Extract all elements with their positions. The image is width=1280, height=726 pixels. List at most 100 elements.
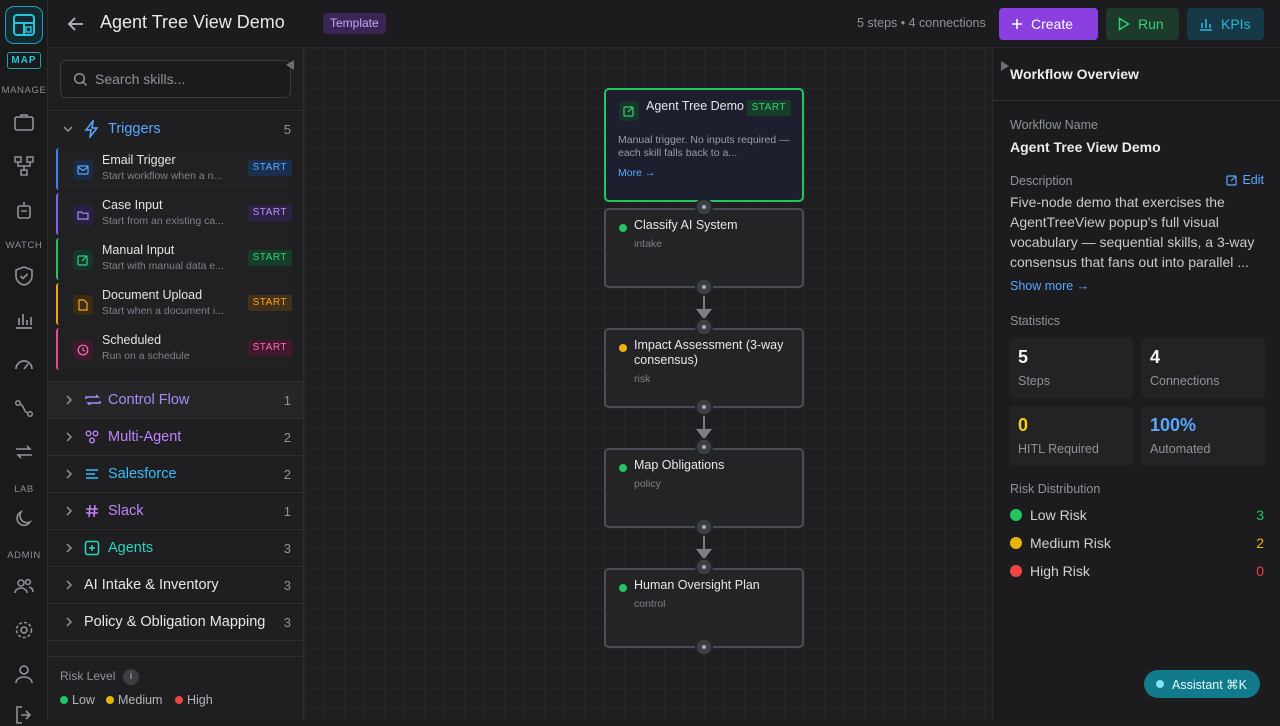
nodes-icon — [85, 430, 99, 444]
clock-icon — [73, 340, 93, 360]
rail-section-admin: ADMIN — [7, 550, 41, 561]
shield-check-icon[interactable] — [13, 265, 35, 287]
output-port[interactable] — [695, 638, 713, 656]
risk-label: High Risk — [1030, 563, 1090, 579]
collapse-panel-icon[interactable] — [1001, 61, 1009, 71]
category-count: 2 — [283, 430, 291, 445]
robot-icon[interactable] — [13, 199, 35, 221]
risk-count: 0 — [1256, 563, 1264, 579]
legend-high: High — [175, 693, 213, 707]
workflow-canvas[interactable]: Agent Tree Demo START Manual trigger. No… — [304, 48, 992, 720]
back-arrow-icon[interactable] — [66, 14, 86, 34]
assistant-button[interactable]: Assistant ⌘K — [1144, 670, 1260, 698]
skill-search[interactable] — [60, 60, 291, 98]
run-button[interactable]: Run — [1106, 8, 1179, 40]
stat-label: Steps — [1018, 374, 1050, 388]
briefcase-icon[interactable] — [13, 111, 35, 133]
edge-arrow — [696, 549, 712, 560]
top-header: Agent Tree View Demo Template 5 steps • … — [48, 0, 1280, 48]
category-label: Slack — [108, 503, 144, 519]
input-port[interactable] — [695, 318, 713, 336]
trigger-manual-input[interactable]: Manual Input Start with manual data e...… — [56, 238, 292, 280]
category-policy-mapping[interactable]: Policy & Obligation Mapping 3 — [48, 604, 303, 641]
trigger-case-input[interactable]: Case Input Start from an existing ca... … — [56, 193, 292, 235]
search-icon — [73, 72, 88, 87]
stat-value: 100% — [1150, 415, 1197, 435]
trigger-name: Document Upload — [102, 288, 203, 302]
input-port[interactable] — [695, 558, 713, 576]
risk-dot-icon — [619, 464, 627, 472]
risk-level-title: Risk Level — [60, 669, 116, 683]
risk-count: 3 — [1256, 507, 1264, 523]
rail-section-manage: MANAGE — [1, 85, 47, 96]
create-button[interactable]: Create — [999, 8, 1098, 40]
workflow-stats-summary: 5 steps • 4 connections — [857, 16, 986, 30]
workflow-node[interactable]: Human Oversight Plan control — [604, 568, 804, 648]
workflow-node[interactable]: Impact Assessment (3-way consensus) risk — [604, 328, 804, 408]
bar-chart-icon[interactable] — [13, 309, 35, 331]
risk-dot-icon — [619, 344, 627, 352]
category-agents[interactable]: Agents 3 — [48, 530, 303, 567]
category-label: Multi-Agent — [108, 429, 182, 445]
edge-arrow — [696, 309, 712, 320]
category-count: 3 — [283, 615, 291, 630]
more-link[interactable]: More → — [618, 167, 655, 179]
loop-arrows-icon — [85, 394, 101, 406]
workflow-node[interactable]: Map Obligations policy — [604, 448, 804, 528]
search-input[interactable] — [95, 61, 285, 97]
gauge-icon[interactable] — [13, 353, 35, 375]
category-ai-intake[interactable]: AI Intake & Inventory 3 — [48, 567, 303, 604]
users-icon[interactable] — [13, 575, 35, 597]
output-port[interactable] — [695, 278, 713, 296]
category-multi-agent[interactable]: Multi-Agent 2 — [48, 419, 303, 456]
risk-label: Low Risk — [1030, 507, 1087, 523]
compare-arrows-icon[interactable] — [13, 441, 35, 463]
node-name: Classify AI System — [634, 218, 738, 232]
category-salesforce[interactable]: Salesforce 2 — [48, 456, 303, 493]
kpis-button[interactable]: KPIs — [1187, 8, 1264, 40]
logout-icon[interactable] — [13, 704, 35, 726]
red-dot-icon — [1010, 565, 1022, 577]
output-port[interactable] — [695, 398, 713, 416]
template-badge: Template — [323, 13, 386, 34]
output-port[interactable] — [695, 518, 713, 536]
gear-icon[interactable] — [13, 619, 35, 641]
category-triggers[interactable]: Triggers 5 — [48, 110, 303, 148]
node-category: policy — [634, 478, 661, 490]
kpis-button-label: KPIs — [1221, 16, 1251, 32]
trigger-scheduled[interactable]: Scheduled Run on a schedule START — [56, 328, 292, 370]
plus-square-icon — [84, 540, 100, 556]
info-icon[interactable]: i — [123, 669, 139, 685]
trigger-email[interactable]: Email Trigger Start workflow when a n...… — [56, 148, 292, 190]
category-count: 3 — [283, 578, 291, 593]
start-tag: START — [247, 340, 292, 356]
stat-label: Automated — [1150, 442, 1211, 456]
workflow-name-value: Agent Tree View Demo — [1010, 139, 1161, 155]
category-control-flow[interactable]: Control Flow 1 — [48, 382, 303, 419]
green-dot-icon — [1010, 509, 1022, 521]
assistant-dot-icon — [1156, 680, 1164, 688]
show-more-link[interactable]: Show more → — [1010, 279, 1089, 293]
user-icon[interactable] — [13, 663, 35, 685]
workflow-node[interactable]: Classify AI System intake — [604, 208, 804, 288]
category-label: Triggers — [108, 121, 161, 137]
create-button-label: Create — [1031, 16, 1074, 32]
app-logo[interactable] — [5, 6, 43, 44]
trigger-name: Case Input — [102, 198, 163, 212]
start-node[interactable]: Agent Tree Demo START Manual trigger. No… — [604, 88, 804, 202]
category-slack[interactable]: Slack 1 — [48, 493, 303, 530]
moon-icon[interactable] — [13, 508, 35, 530]
collapse-sidebar-icon[interactable] — [286, 60, 294, 70]
workflow-tree-icon[interactable] — [13, 155, 35, 177]
play-icon — [1118, 17, 1130, 31]
map-badge: MAP — [7, 52, 41, 69]
stat-value: 4 — [1150, 347, 1161, 367]
edit-button[interactable]: Edit — [1226, 173, 1264, 187]
route-icon[interactable] — [13, 397, 35, 419]
risk-distribution-label: Risk Distribution — [1010, 482, 1101, 496]
output-port[interactable] — [695, 198, 713, 216]
trigger-document-upload[interactable]: Document Upload Start when a document i.… — [56, 283, 292, 325]
risk-label: Medium Risk — [1030, 535, 1111, 551]
workflow-name-label: Workflow Name — [1010, 118, 1098, 132]
input-port[interactable] — [695, 438, 713, 456]
